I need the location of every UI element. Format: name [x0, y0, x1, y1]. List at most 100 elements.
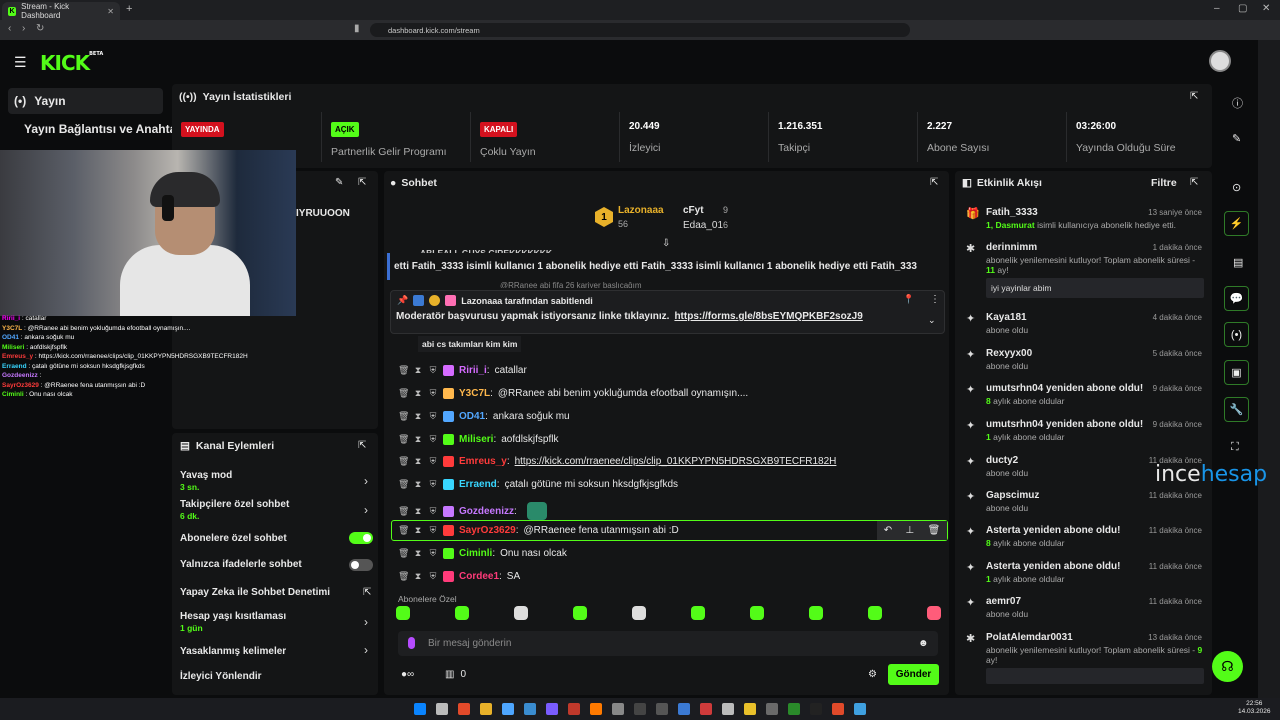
- emote-icon[interactable]: [632, 606, 646, 620]
- popout-icon[interactable]: ⇱: [1190, 177, 1198, 188]
- url-bar[interactable]: dashboard.kick.com/stream: [370, 23, 910, 37]
- account-age-item[interactable]: Hesap yaşı kısıtlaması 1 gün: [180, 611, 286, 633]
- chat-username[interactable]: Erraend: [459, 479, 497, 490]
- chat-username[interactable]: Emreus_y: [459, 456, 507, 467]
- emote-icon[interactable]: [691, 606, 705, 620]
- back-icon[interactable]: ‹: [8, 23, 11, 34]
- timeout-icon[interactable]: ⧗: [413, 571, 423, 582]
- emote-icon[interactable]: [455, 606, 469, 620]
- forward-icon[interactable]: ›: [22, 23, 25, 34]
- emote-icon[interactable]: [809, 606, 823, 620]
- settings-icon[interactable]: ⚙: [868, 669, 877, 680]
- timeout-icon[interactable]: ⧗: [413, 411, 423, 422]
- subs-only-toggle[interactable]: [349, 532, 373, 544]
- chevron-down-icon[interactable]: ⌄: [928, 315, 936, 326]
- camera-icon[interactable]: ⊙: [1232, 181, 1241, 194]
- pin-icon[interactable]: ⊥: [905, 525, 914, 536]
- taskbar-app-icon[interactable]: [744, 703, 756, 715]
- shield-icon[interactable]: ⛨: [428, 434, 438, 445]
- mic-icon[interactable]: [408, 637, 415, 649]
- banned-words-item[interactable]: Yasaklanmış kelimeler: [180, 646, 286, 657]
- close-tab-icon[interactable]: ✕: [107, 7, 114, 16]
- taskbar-app-icon[interactable]: [766, 703, 778, 715]
- delete-icon[interactable]: 🗑: [398, 411, 409, 422]
- popout-icon[interactable]: ⇱: [358, 177, 366, 188]
- taskbar-app-icon[interactable]: [436, 703, 448, 715]
- chat-username[interactable]: Ciminli: [459, 548, 492, 559]
- chat-message[interactable]: 🗑 ⧗ ⛨ OD41: ankara soğuk mu: [398, 411, 570, 422]
- taskbar-app-icon[interactable]: [590, 703, 602, 715]
- shield-icon[interactable]: ⛨: [428, 548, 438, 559]
- chat-username[interactable]: Y3C7L: [459, 388, 490, 399]
- filter-button[interactable]: Filtre: [1151, 177, 1177, 189]
- chat-username[interactable]: Ririi_i: [459, 365, 487, 376]
- chevron-right-icon[interactable]: ›: [364, 615, 368, 629]
- chat-username[interactable]: Cordee1: [459, 571, 499, 582]
- taskbar-app-icon[interactable]: [854, 703, 866, 715]
- menu-icon[interactable]: ☰: [14, 54, 27, 71]
- delete-icon[interactable]: 🗑: [398, 365, 409, 376]
- chat-username[interactable]: OD41: [459, 411, 485, 422]
- wrench-icon[interactable]: 🔧: [1224, 397, 1249, 422]
- shield-icon[interactable]: ⛨: [428, 365, 438, 376]
- chat-message[interactable]: 🗑 ⧗ ⛨ Y3C7L: @RRanee abi benim yokluğumda ef…: [398, 388, 748, 399]
- shield-icon[interactable]: ⛨: [428, 571, 438, 582]
- emote-icon[interactable]: [573, 606, 587, 620]
- taskbar-app-icon[interactable]: [414, 703, 426, 715]
- chat-message[interactable]: 🗑 ⧗ ⛨ Ciminli: Onu nası olcak: [398, 548, 567, 559]
- pinned-link[interactable]: https://forms.gle/8bsEYMQPKBF2sozJ9: [674, 311, 862, 322]
- emote-icon[interactable]: [396, 606, 410, 620]
- broadcast-icon[interactable]: (•): [1224, 322, 1249, 347]
- points-icon[interactable]: ●∞: [401, 669, 414, 680]
- chat-message[interactable]: 🗑 ⧗ ⛨ Erraend: çatalı götüne mi soksun hksdg…: [398, 479, 678, 490]
- followers-only-item[interactable]: Takipçilere özel sohbet 6 dk.: [180, 499, 289, 521]
- taskbar-app-icon[interactable]: [634, 703, 646, 715]
- emoji-icon[interactable]: ☻: [918, 638, 929, 649]
- delete-icon[interactable]: 🗑: [398, 388, 409, 399]
- chevron-right-icon[interactable]: ›: [364, 474, 368, 488]
- timeout-icon[interactable]: ⧗: [413, 506, 423, 517]
- delete-icon[interactable]: 🗑: [398, 434, 409, 445]
- timeout-icon[interactable]: ⧗: [413, 456, 423, 467]
- slow-mode-item[interactable]: Yavaş mod 3 sn.: [180, 470, 232, 492]
- taskbar-app-icon[interactable]: [524, 703, 536, 715]
- chat-input[interactable]: Bir mesaj gönderin: [398, 631, 938, 656]
- reload-icon[interactable]: ↻: [36, 23, 44, 34]
- expand-icon[interactable]: ⇩: [662, 238, 670, 249]
- chat-message[interactable]: 🗑 ⧗ ⛨ Cordee1: SA: [398, 571, 520, 582]
- taskbar-app-icon[interactable]: [678, 703, 690, 715]
- minimize-icon[interactable]: –: [1214, 3, 1220, 14]
- emote-icon[interactable]: [750, 606, 764, 620]
- taskbar-app-icon[interactable]: [546, 703, 558, 715]
- delete-icon[interactable]: 🗑: [398, 506, 409, 517]
- new-tab-icon[interactable]: +: [126, 3, 132, 15]
- window-close-icon[interactable]: ✕: [1262, 3, 1270, 14]
- delete-icon[interactable]: 🗑: [928, 525, 941, 536]
- popout-icon[interactable]: ⇱: [930, 177, 938, 188]
- chat-text[interactable]: https://kick.com/rraenee/clips/clip_01KK…: [515, 456, 837, 467]
- emote-icon[interactable]: [868, 606, 882, 620]
- taskbar-app-icon[interactable]: [656, 703, 668, 715]
- timeout-icon[interactable]: ⧗: [413, 388, 423, 399]
- chevron-right-icon[interactable]: ›: [364, 643, 368, 657]
- timeout-icon[interactable]: ⧗: [413, 434, 423, 445]
- layout-icon[interactable]: ▣: [1224, 360, 1249, 385]
- ai-moderation-item[interactable]: Yapay Zeka ile Sohbet Denetimi: [180, 587, 330, 598]
- info-icon[interactable]: ⓘ: [1232, 95, 1243, 111]
- shield-icon[interactable]: ⛨: [428, 411, 438, 422]
- raid-item[interactable]: İzleyici Yönlendir: [180, 671, 262, 682]
- popout-icon[interactable]: ⇱: [358, 440, 366, 451]
- support-icon[interactable]: ☊: [1212, 651, 1243, 682]
- chat-message[interactable]: 🗑 ⧗ ⛨ Emreus_y: https://kick.com/rraenee/cli…: [398, 456, 836, 467]
- more-icon[interactable]: ⋮: [930, 294, 940, 305]
- undo-icon[interactable]: ↶: [884, 525, 892, 536]
- timeout-icon[interactable]: ⧗: [413, 479, 423, 490]
- sidebar-item-stream-key[interactable]: Yayın Bağlantısı ve Anahtarı: [24, 122, 184, 136]
- profile-avatar[interactable]: [1209, 50, 1231, 72]
- shield-icon[interactable]: ⛨: [428, 388, 438, 399]
- sidebar-item-yayin[interactable]: (•) Yayın: [8, 88, 163, 114]
- share-icon[interactable]: ⛶: [1231, 441, 1239, 454]
- delete-icon[interactable]: 🗑: [398, 548, 409, 559]
- lightning-icon[interactable]: ⚡: [1224, 211, 1249, 236]
- emote-icon[interactable]: [514, 606, 528, 620]
